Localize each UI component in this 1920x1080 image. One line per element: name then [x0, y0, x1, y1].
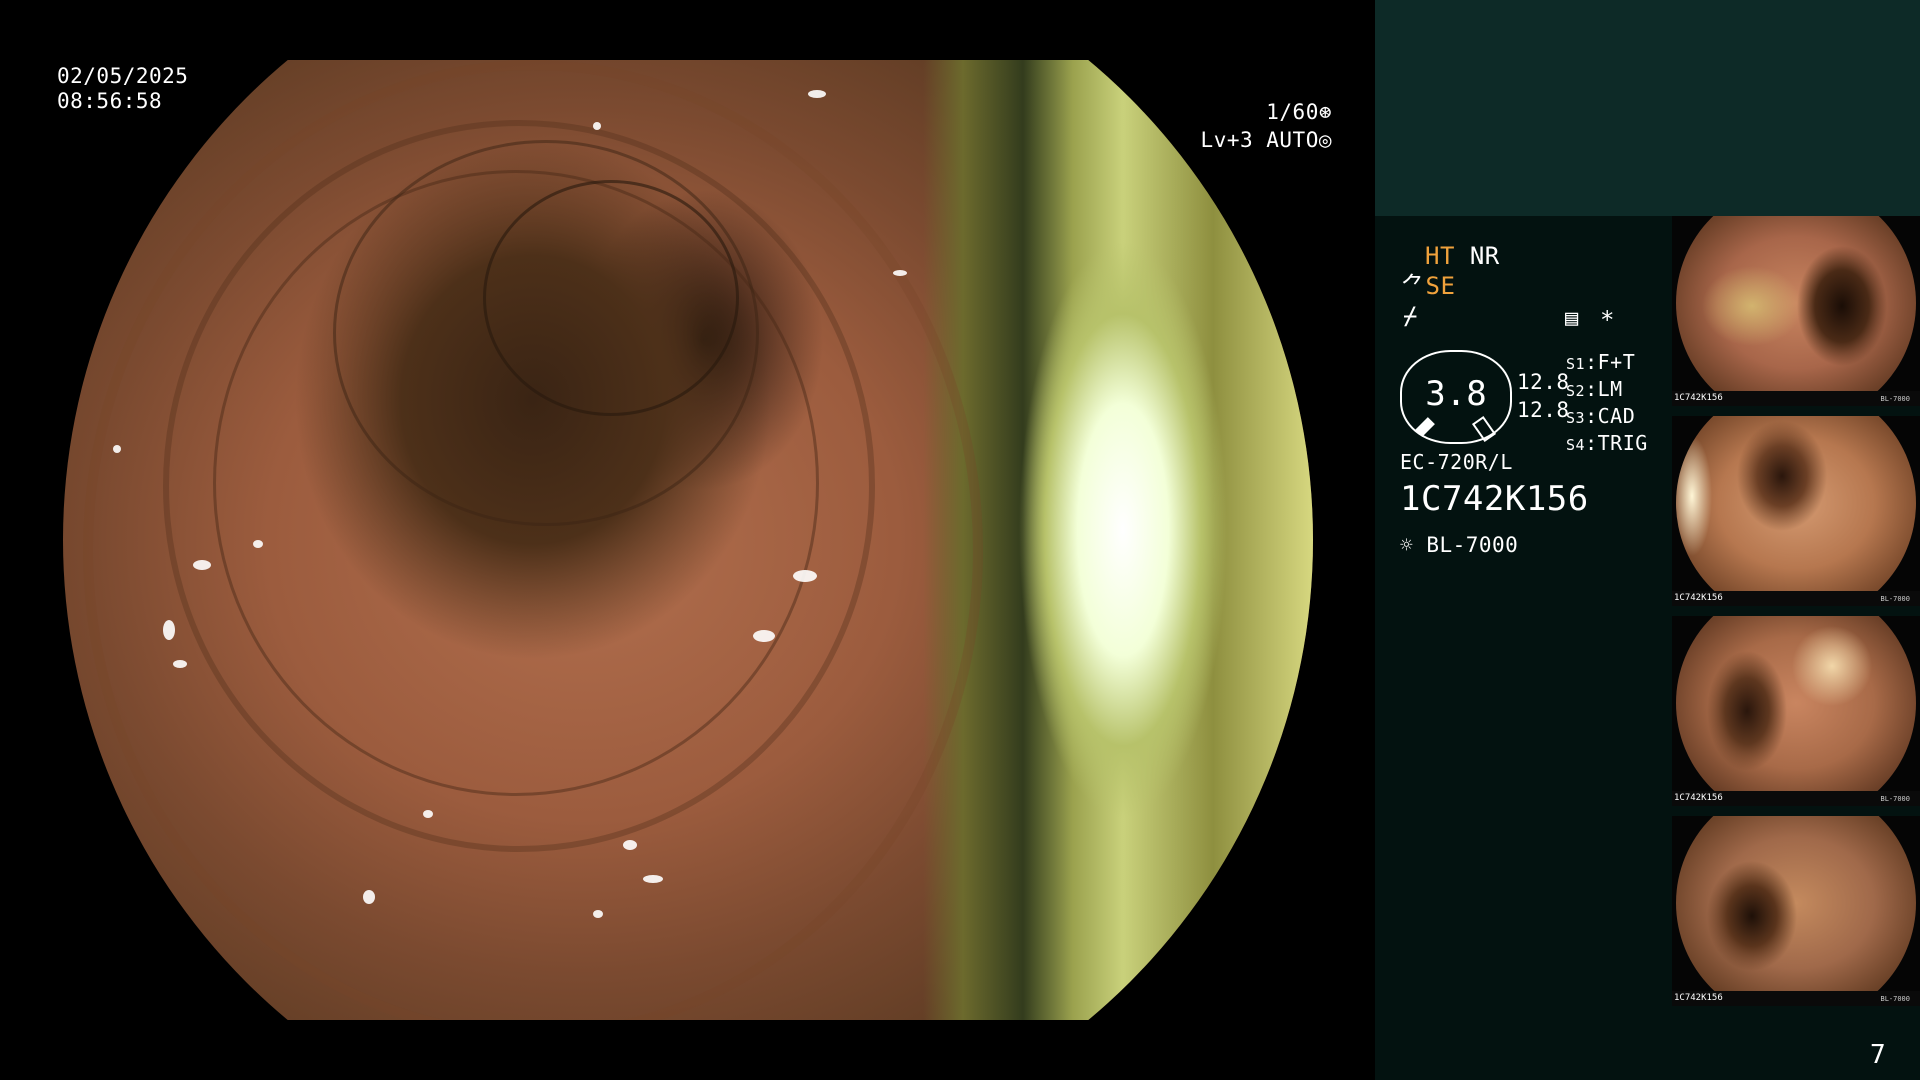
time-label: 08:56:58 [57, 89, 163, 113]
switch-item: S4:TRIG [1566, 431, 1648, 455]
thumbnail-2[interactable]: 1C742K156 BL-7000 [1672, 416, 1920, 606]
info-panel: HT NR ⺈SE ⌿ 3.8 12.8 12.8 ▤ * S1:F+T S2:… [1375, 0, 1920, 1080]
thumbnail-light: BL-7000 [1880, 995, 1910, 1003]
aperture-icon: ⊛ [1318, 100, 1332, 124]
light-source-label: BL-7000 [1426, 533, 1519, 557]
shutter-label: 1/60 [1266, 100, 1319, 124]
thumbnail-4[interactable]: 1C742K156 BL-7000 [1672, 816, 1920, 1006]
scope-model: EC-720R/L [1400, 450, 1513, 474]
page-number: 7 [1870, 1040, 1887, 1070]
gauge-marker-right [1471, 415, 1497, 443]
thumbnail-id: 1C742K156 [1674, 793, 1723, 803]
thumbnail-1[interactable]: 1C742K156 BL-7000 [1672, 216, 1920, 406]
zoom-gauge: 3.8 [1400, 350, 1512, 444]
asterisk-label: * [1600, 306, 1615, 334]
thumbnail-3[interactable]: 1C742K156 BL-7000 [1672, 616, 1920, 806]
thumbnail-light: BL-7000 [1880, 795, 1910, 803]
iris-icon: ◎ [1318, 128, 1332, 152]
scope-serial: 1C742K156 [1400, 479, 1589, 519]
gauge-marker-left [1415, 417, 1435, 437]
gauge-value-b: 12.8 [1517, 398, 1570, 422]
switch-item: S1:F+T [1566, 350, 1636, 374]
mode-row-2: ⺈SE [1401, 274, 1455, 299]
zoom-value: 3.8 [1425, 374, 1487, 414]
level-label: Lv+3 AUTO [1200, 128, 1319, 152]
freeze-icon: ⌿ [1403, 302, 1418, 330]
switch-item: S3:CAD [1566, 404, 1636, 428]
shutter-readout: 1/60⊛ [1252, 100, 1332, 125]
endoscope-image [63, 60, 1313, 1020]
light-source-icon: ☼ [1400, 533, 1414, 557]
level-readout: Lv+3 AUTO◎ [1190, 128, 1332, 153]
memo-icon: ▤ [1565, 306, 1579, 331]
date-label: 02/05/2025 [57, 64, 189, 88]
thumbnail-light: BL-7000 [1880, 595, 1910, 603]
ht-label: HT [1425, 242, 1455, 270]
endoscope-view-area: 02/05/2025 08:56:58 1/60⊛ Lv+3 AUTO◎ [0, 0, 1375, 1080]
thumbnail-id: 1C742K156 [1674, 993, 1723, 1003]
thumbnail-id: 1C742K156 [1674, 393, 1723, 403]
switch-list: S1:F+T S2:LM S3:CAD S4:TRIG [1566, 350, 1648, 458]
thumbnail-light: BL-7000 [1880, 395, 1910, 403]
switch-item: S2:LM [1566, 377, 1623, 401]
gauge-value-a: 12.8 [1517, 370, 1570, 394]
nr-label: NR [1469, 242, 1500, 270]
info-panel-header [1375, 0, 1920, 216]
mode-row-1: HT NR [1425, 244, 1500, 269]
date-time-block: 02/05/2025 08:56:58 [57, 64, 188, 114]
structure-enhance-icon: ⺈ [1401, 272, 1426, 300]
light-source: ☼ BL-7000 [1400, 533, 1518, 558]
thumbnail-id: 1C742K156 [1674, 593, 1723, 603]
se-label: SE [1425, 272, 1456, 300]
